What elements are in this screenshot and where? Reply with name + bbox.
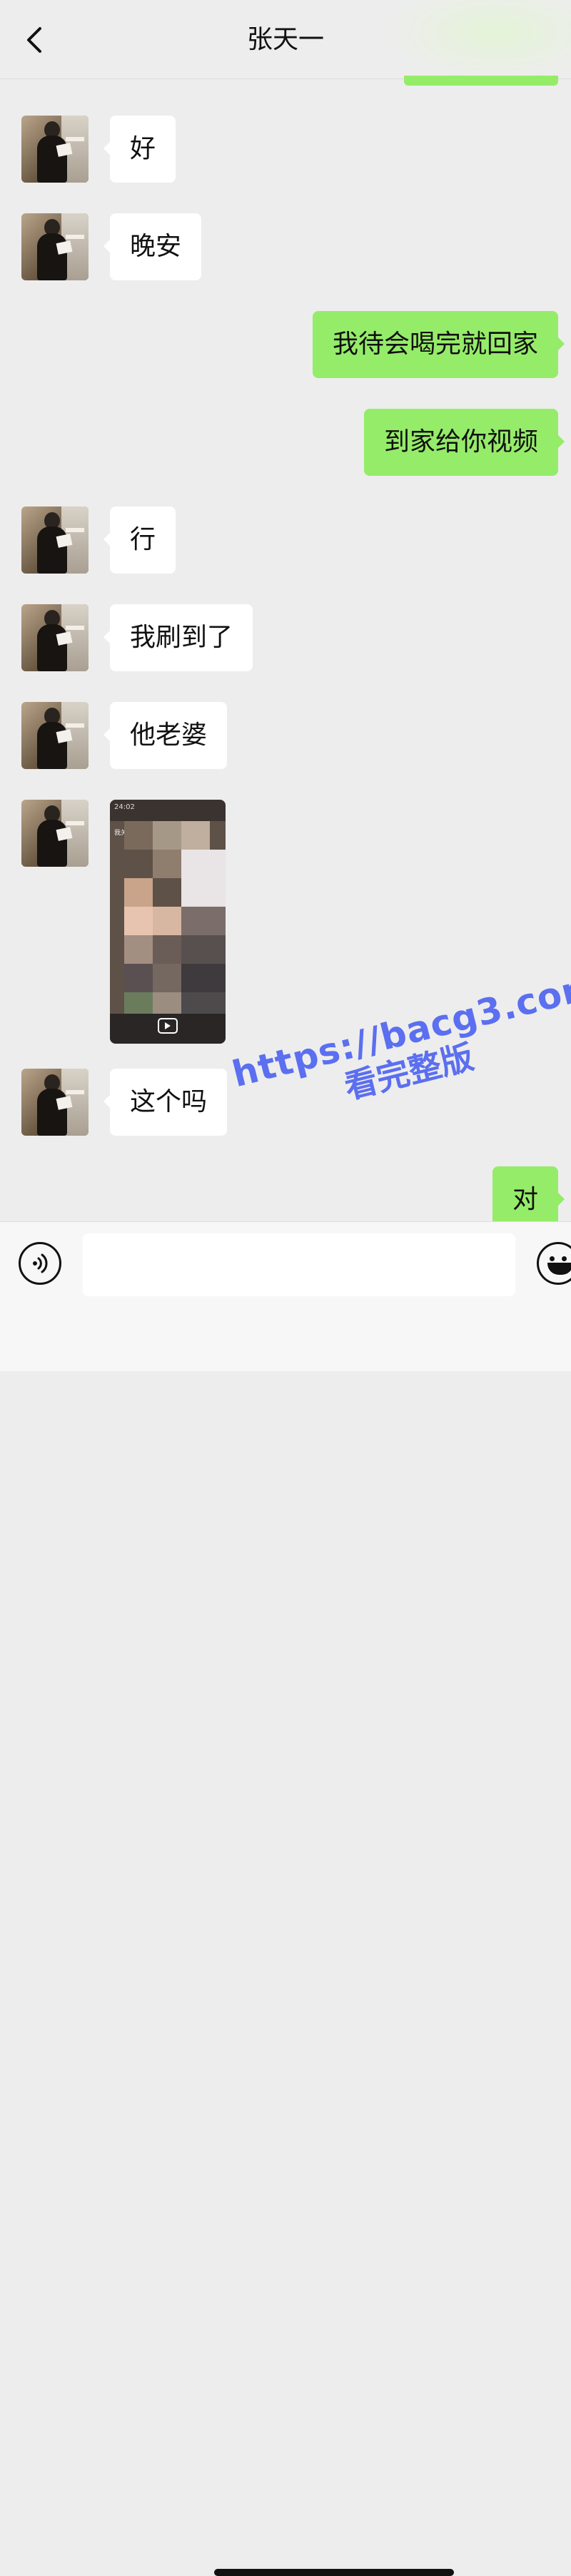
- contact-avatar[interactable]: [21, 506, 89, 574]
- contact-avatar[interactable]: [21, 800, 89, 867]
- voice-icon[interactable]: [19, 1242, 61, 1285]
- received-message-bubble[interactable]: 晚安: [103, 213, 202, 280]
- received-message-bubble[interactable]: 行: [103, 506, 176, 574]
- emoji-icon[interactable]: [537, 1242, 571, 1285]
- received-message-bubble[interactable]: 他老婆: [103, 702, 228, 769]
- received-message-bubble[interactable]: 这个吗: [103, 1069, 228, 1136]
- sent-message-bubble[interactable]: 到家给你视频: [363, 409, 565, 476]
- contact-avatar[interactable]: [21, 702, 89, 769]
- sent-message-bubble[interactable]: 我待会喝完就回家: [312, 311, 565, 378]
- contact-avatar[interactable]: [21, 116, 89, 183]
- video-message-thumbnail[interactable]: 24:02 我关注的人: [110, 800, 226, 1044]
- home-indicator: [214, 2569, 454, 2576]
- received-message-bubble[interactable]: 好: [103, 116, 176, 183]
- video-timestamp: 24:02: [114, 803, 135, 811]
- previous-sent-bubble-edge: [404, 76, 558, 86]
- watermark-url: https://bacg3.com: [228, 964, 571, 1096]
- contact-avatar[interactable]: [21, 1069, 89, 1136]
- received-message-bubble[interactable]: 我刷到了: [103, 604, 253, 671]
- chat-header: 张天一: [0, 0, 571, 82]
- video-play-icon: [158, 1018, 178, 1034]
- chat-title: 张天一: [246, 25, 324, 54]
- contact-avatar[interactable]: [21, 604, 89, 671]
- contact-avatar[interactable]: [21, 213, 89, 280]
- message-input[interactable]: [83, 1233, 515, 1296]
- input-bar: [0, 1221, 571, 2576]
- watermark-text: 看完整版: [340, 1037, 477, 1106]
